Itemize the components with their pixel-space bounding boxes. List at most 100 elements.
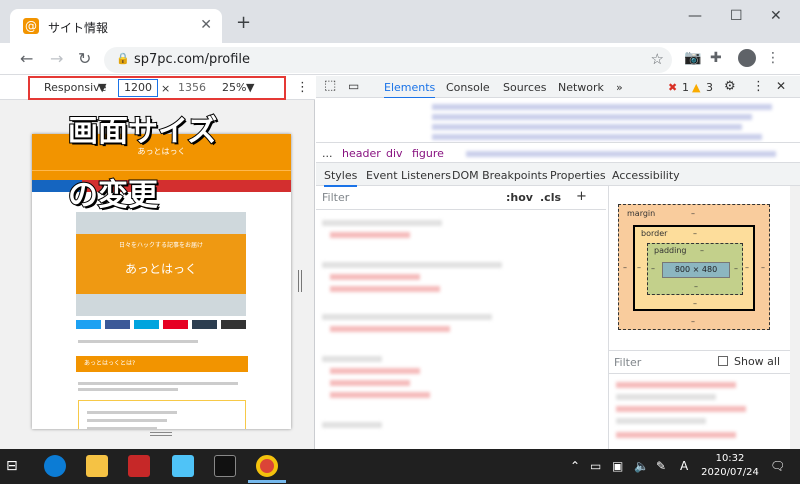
hero-subtitle: 日々をハックする記事をお届け: [118, 242, 203, 249]
app-icon[interactable]: [172, 455, 194, 477]
styles-rules[interactable]: [316, 210, 598, 449]
styles-filter-input[interactable]: Filter: [322, 191, 349, 204]
devtools-menu-icon[interactable]: ⋮: [752, 79, 765, 94]
taskbar: ⊟ ⌃ ▭ ▣ 🔈 ✎ A 10:32 2020/07/24 🗨: [0, 449, 800, 484]
browser-window: @ サイト情報 ✕ + — ☐ ✕ ← → ↻ 🔒 sp7pc.com/prof…: [0, 0, 800, 449]
resize-handle-right[interactable]: [298, 270, 302, 292]
browser-toolbar: ← → ↻ 🔒 sp7pc.com/profile ☆ 📷 ✚ ⋮: [0, 43, 800, 75]
add-rule-button[interactable]: +: [576, 189, 587, 204]
warning-icon[interactable]: ▲: [692, 81, 700, 94]
chevron-up-icon[interactable]: ⌃: [570, 459, 580, 473]
scrollbar[interactable]: [790, 186, 800, 449]
bookmark-star-icon[interactable]: ☆: [651, 50, 664, 68]
dom-tree[interactable]: [316, 98, 800, 142]
resize-handle-bottom[interactable]: [150, 432, 172, 436]
close-window-button[interactable]: ✕: [770, 8, 782, 24]
rule-line: [322, 422, 382, 428]
breadcrumb-figure[interactable]: figure: [412, 147, 444, 160]
dom-line: [432, 134, 762, 140]
tab-title: サイト情報: [48, 21, 109, 35]
inspect-icon[interactable]: ⬚: [324, 78, 336, 93]
error-count[interactable]: 1: [682, 81, 689, 94]
tab-styles[interactable]: Styles: [324, 169, 358, 187]
rule-line: [330, 392, 430, 398]
close-tab-icon[interactable]: ✕: [200, 17, 212, 33]
computed-line: [616, 382, 736, 388]
back-icon[interactable]: ←: [20, 49, 33, 68]
device-toggle-icon[interactable]: ▭: [348, 79, 359, 93]
tab-elements[interactable]: Elements: [384, 81, 436, 99]
clock-date: 2020/07/24: [701, 467, 759, 478]
breadcrumb-ellipsis[interactable]: ...: [322, 147, 333, 160]
border-right-value: –: [745, 263, 749, 272]
maximize-button[interactable]: ☐: [730, 8, 743, 24]
share-hatena-button[interactable]: [134, 320, 159, 329]
share-twitter-button[interactable]: [76, 320, 101, 329]
share-pocket-button[interactable]: [163, 320, 188, 329]
new-tab-button[interactable]: +: [236, 12, 251, 33]
tab-event-listeners[interactable]: Event Listeners: [366, 169, 451, 182]
border-left-value: –: [637, 263, 641, 272]
tab-accessibility[interactable]: Accessibility: [612, 169, 680, 182]
pane-divider[interactable]: [608, 186, 609, 449]
tab-dom-breakpoints[interactable]: DOM Breakpoints: [452, 169, 548, 182]
breadcrumb-div[interactable]: div: [386, 147, 403, 160]
show-all-checkbox[interactable]: [718, 356, 728, 366]
box-padding: padding – – – – 800 × 480: [647, 243, 743, 295]
more-options-icon[interactable]: ⋮: [296, 80, 309, 95]
task-view-icon[interactable]: ⊟: [6, 458, 18, 474]
ime-indicator[interactable]: A: [680, 459, 688, 473]
tab-sources[interactable]: Sources: [503, 81, 547, 94]
browser-tab[interactable]: @ サイト情報 ✕: [10, 9, 222, 43]
notification-icon[interactable]: 🗨: [770, 459, 785, 473]
address-bar[interactable]: 🔒 sp7pc.com/profile ☆: [104, 47, 672, 73]
extensions-icon[interactable]: ✚: [710, 50, 722, 66]
tab-console[interactable]: Console: [446, 81, 490, 94]
tab-properties[interactable]: Properties: [550, 169, 606, 182]
rule-line: [322, 262, 502, 268]
styles-filter-row: Filter :hov .cls +: [316, 186, 606, 210]
error-icon[interactable]: ✖: [668, 81, 677, 94]
close-devtools-icon[interactable]: ✕: [776, 79, 786, 93]
edge-icon[interactable]: [44, 455, 66, 477]
network-icon[interactable]: ▣: [612, 459, 623, 473]
share-feedly-button[interactable]: [192, 320, 217, 329]
margin-bottom-value: –: [691, 317, 695, 326]
volume-icon[interactable]: 🔈: [634, 459, 649, 473]
forward-icon[interactable]: →: [50, 49, 63, 68]
tab-network[interactable]: Network: [558, 81, 604, 94]
warning-count[interactable]: 3: [706, 81, 713, 94]
menu-icon[interactable]: ⋮: [766, 50, 780, 66]
share-facebook-button[interactable]: [105, 320, 130, 329]
cls-button[interactable]: .cls: [540, 191, 561, 204]
favicon-icon: @: [23, 18, 39, 34]
pen-icon[interactable]: ✎: [656, 459, 666, 473]
camera-icon[interactable]: 📷: [684, 50, 701, 66]
annotation-subtitle: の変更: [67, 177, 159, 214]
battery-icon[interactable]: ▭: [590, 459, 601, 473]
rule-line: [322, 220, 442, 226]
reload-icon[interactable]: ↻: [78, 49, 91, 68]
rule-line: [330, 380, 410, 386]
breadcrumb-header[interactable]: header: [342, 147, 381, 160]
devtools-panel: ⬚ ▭ Elements Console Sources Network » ✖…: [316, 76, 800, 449]
file-explorer-icon[interactable]: [86, 455, 108, 477]
share-copy-button[interactable]: [221, 320, 246, 329]
more-tabs-button[interactable]: »: [616, 81, 623, 94]
hov-button[interactable]: :hov: [506, 191, 533, 204]
clock[interactable]: 10:32 2020/07/24: [700, 452, 760, 480]
computed-filter-input[interactable]: Filter: [614, 356, 641, 369]
app-icon[interactable]: [128, 455, 150, 477]
profile-avatar[interactable]: [738, 49, 756, 67]
terminal-icon[interactable]: [214, 455, 236, 477]
computed-line: [616, 406, 746, 412]
border-top-value: –: [693, 229, 697, 238]
minimize-button[interactable]: —: [688, 8, 702, 24]
chrome-icon[interactable]: [256, 455, 278, 477]
settings-gear-icon[interactable]: ⚙: [724, 79, 736, 94]
show-all-label: Show all: [734, 355, 781, 368]
padding-left-value: –: [651, 264, 655, 273]
dom-line: [466, 151, 776, 157]
section-heading: あっとはっくとは?: [76, 356, 248, 372]
computed-line: [616, 418, 706, 424]
